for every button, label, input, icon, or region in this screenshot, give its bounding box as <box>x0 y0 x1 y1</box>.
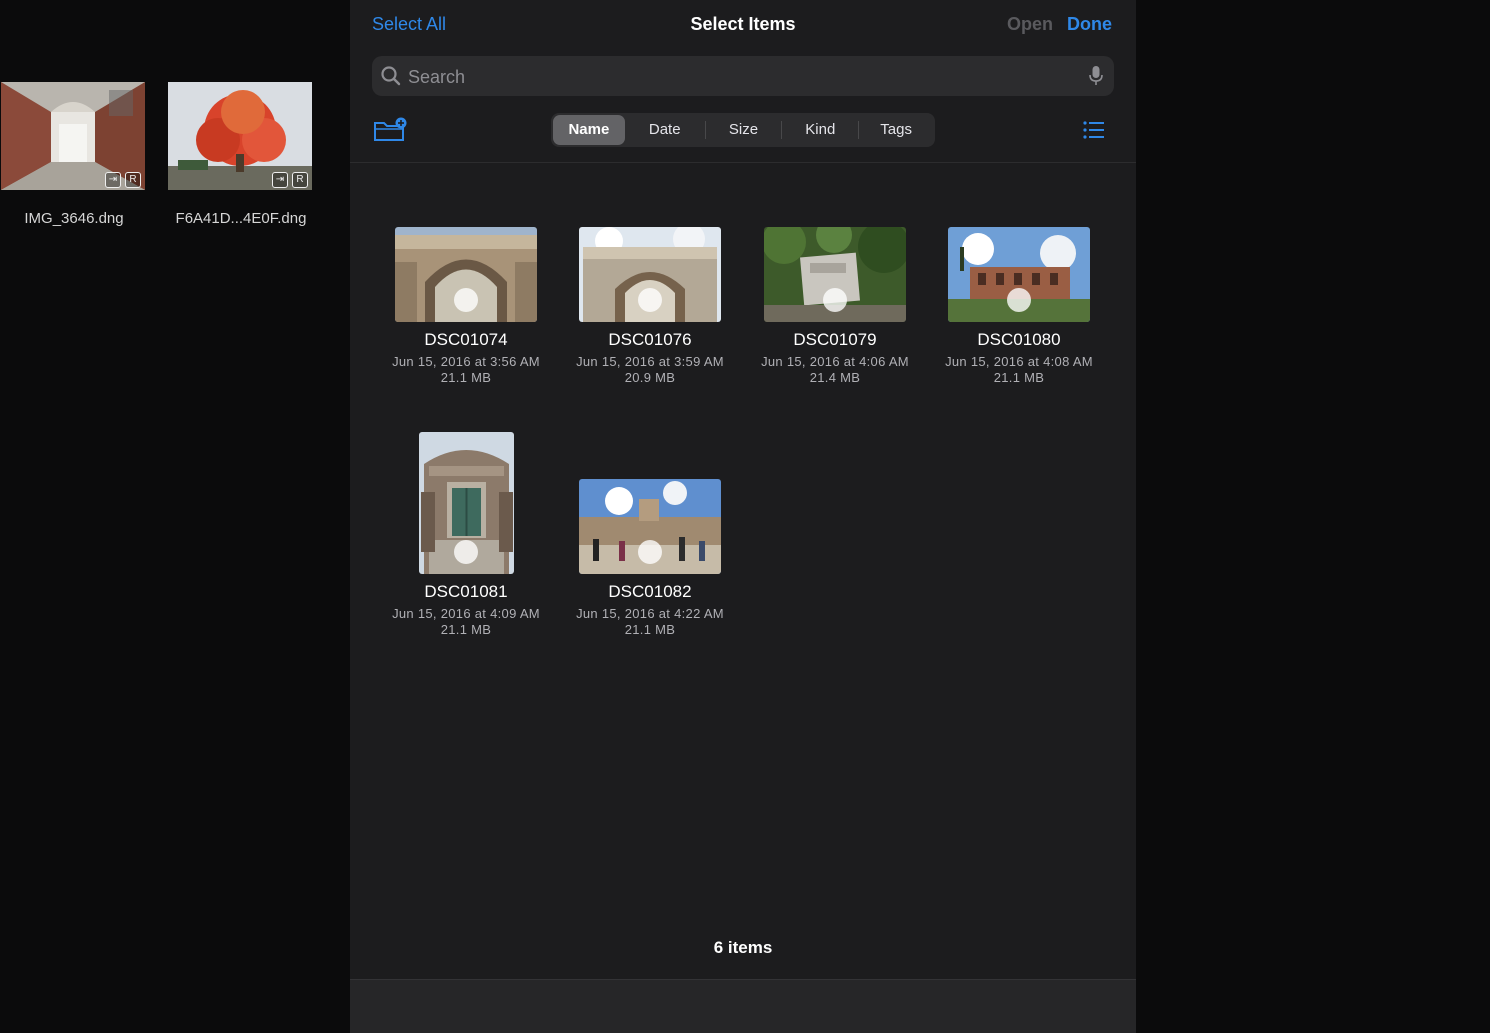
selection-circle[interactable] <box>1007 288 1031 312</box>
file-size: 21.1 MB <box>440 622 492 637</box>
file-item[interactable]: DSC01082 Jun 15, 2016 at 4:22 AM 21.1 MB <box>558 479 742 638</box>
bottom-bar <box>350 979 1136 1033</box>
selection-circle[interactable] <box>454 540 478 564</box>
file-size: 21.1 MB <box>624 622 676 637</box>
background-file-item: ⇥ R F6A41D...4E0F.dng <box>168 82 314 227</box>
file-date: Jun 15, 2016 at 4:22 AM <box>576 606 724 621</box>
file-size: 21.1 MB <box>993 370 1045 385</box>
sort-kind-segment[interactable]: Kind <box>782 115 858 145</box>
file-name: DSC01074 <box>424 330 508 349</box>
microphone-icon[interactable] <box>1088 65 1104 87</box>
search-input[interactable] <box>406 56 1070 98</box>
file-name: DSC01080 <box>977 330 1061 349</box>
file-date: Jun 15, 2016 at 3:59 AM <box>576 354 724 369</box>
background-file-item: ⇥ R IMG_3646.dng <box>1 82 147 227</box>
background-file-name: IMG_3646.dng <box>24 210 124 227</box>
photo-thumbnail <box>579 479 721 574</box>
photo-thumbnail <box>948 227 1090 322</box>
photo-thumbnail <box>395 227 537 322</box>
list-view-icon[interactable] <box>1083 120 1105 140</box>
file-item[interactable]: DSC01081 Jun 15, 2016 at 4:09 AM 21.1 MB <box>374 432 558 638</box>
search-bar[interactable] <box>372 56 1114 98</box>
file-name: DSC01081 <box>424 582 508 601</box>
sort-name-segment[interactable]: Name <box>553 115 625 145</box>
file-name: DSC01076 <box>608 330 692 349</box>
photo-thumbnail <box>418 432 514 574</box>
toolbar: Name Date Size Kind Tags <box>350 110 1136 150</box>
file-name: DSC01082 <box>608 582 692 601</box>
sort-date-segment[interactable]: Date <box>625 115 705 145</box>
selection-circle[interactable] <box>638 288 662 312</box>
file-item[interactable]: DSC01076 Jun 15, 2016 at 3:59 AM 20.9 MB <box>558 227 742 386</box>
item-count: 6 items <box>713 938 773 957</box>
raw-badge: R <box>125 172 141 188</box>
file-size: 20.9 MB <box>624 370 676 385</box>
file-item[interactable]: DSC01080 Jun 15, 2016 at 4:08 AM 21.1 MB <box>927 227 1111 386</box>
selection-circle[interactable] <box>823 288 847 312</box>
selection-circle[interactable] <box>454 288 478 312</box>
file-size: 21.4 MB <box>809 370 861 385</box>
navigation-bar: Select All Select Items Open Done <box>350 0 1136 52</box>
raw-badge: R <box>292 172 308 188</box>
file-picker-sheet: Select All Select Items Open Done Name D… <box>350 0 1136 1033</box>
file-date: Jun 15, 2016 at 3:56 AM <box>392 354 540 369</box>
open-button[interactable]: Open <box>1007 14 1053 35</box>
new-folder-icon[interactable] <box>373 117 407 143</box>
file-item[interactable]: DSC01079 Jun 15, 2016 at 4:06 AM 21.4 MB <box>743 227 927 386</box>
selection-circle[interactable] <box>638 540 662 564</box>
file-item[interactable]: DSC01074 Jun 15, 2016 at 3:56 AM 21.1 MB <box>374 227 558 386</box>
file-size: 21.1 MB <box>440 370 492 385</box>
background-file-name: F6A41D...4E0F.dng <box>175 210 307 227</box>
file-name: DSC01079 <box>793 330 877 349</box>
sort-segmented-control: Name Date Size Kind Tags <box>551 113 935 147</box>
raw-edit-badge-icon: ⇥ <box>105 172 121 188</box>
file-date: Jun 15, 2016 at 4:08 AM <box>945 354 1093 369</box>
photo-thumbnail: ⇥ R <box>1 82 145 190</box>
photo-thumbnail <box>764 227 906 322</box>
sort-tags-segment[interactable]: Tags <box>859 115 933 145</box>
raw-edit-badge-icon: ⇥ <box>272 172 288 188</box>
search-icon <box>381 66 401 86</box>
photo-thumbnail: ⇥ R <box>168 82 312 190</box>
photo-thumbnail <box>579 227 721 322</box>
divider <box>350 162 1136 163</box>
done-button[interactable]: Done <box>1067 14 1112 35</box>
sort-size-segment[interactable]: Size <box>706 115 782 145</box>
file-date: Jun 15, 2016 at 4:09 AM <box>392 606 540 621</box>
file-date: Jun 15, 2016 at 4:06 AM <box>761 354 909 369</box>
